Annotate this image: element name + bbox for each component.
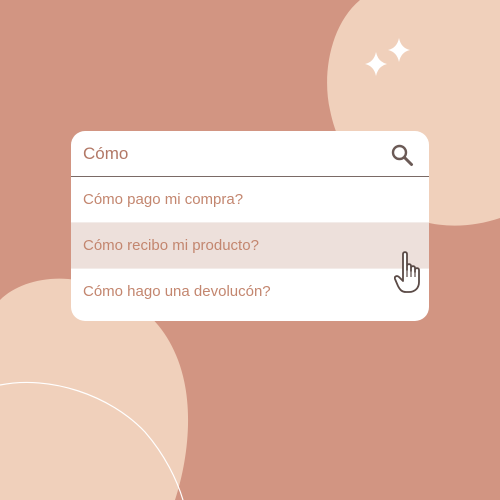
search-input[interactable] xyxy=(83,142,373,166)
search-bar xyxy=(71,131,429,177)
suggestion-item[interactable]: Cómo pago mi compra? xyxy=(71,177,429,223)
search-icon[interactable] xyxy=(390,143,414,167)
suggestion-item[interactable]: Cómo recibo mi producto? xyxy=(71,223,429,269)
sparkle-icon xyxy=(365,38,410,76)
hand-pointer-icon xyxy=(394,251,420,293)
page: { "colors": { "background": "#d29582", "… xyxy=(0,0,500,500)
suggestion-list: Cómo pago mi compra? Cómo recibo mi prod… xyxy=(71,177,429,315)
suggestion-item[interactable]: Cómo hago una devolucón? xyxy=(71,269,429,315)
search-autocomplete: Cómo pago mi compra? Cómo recibo mi prod… xyxy=(71,131,429,321)
